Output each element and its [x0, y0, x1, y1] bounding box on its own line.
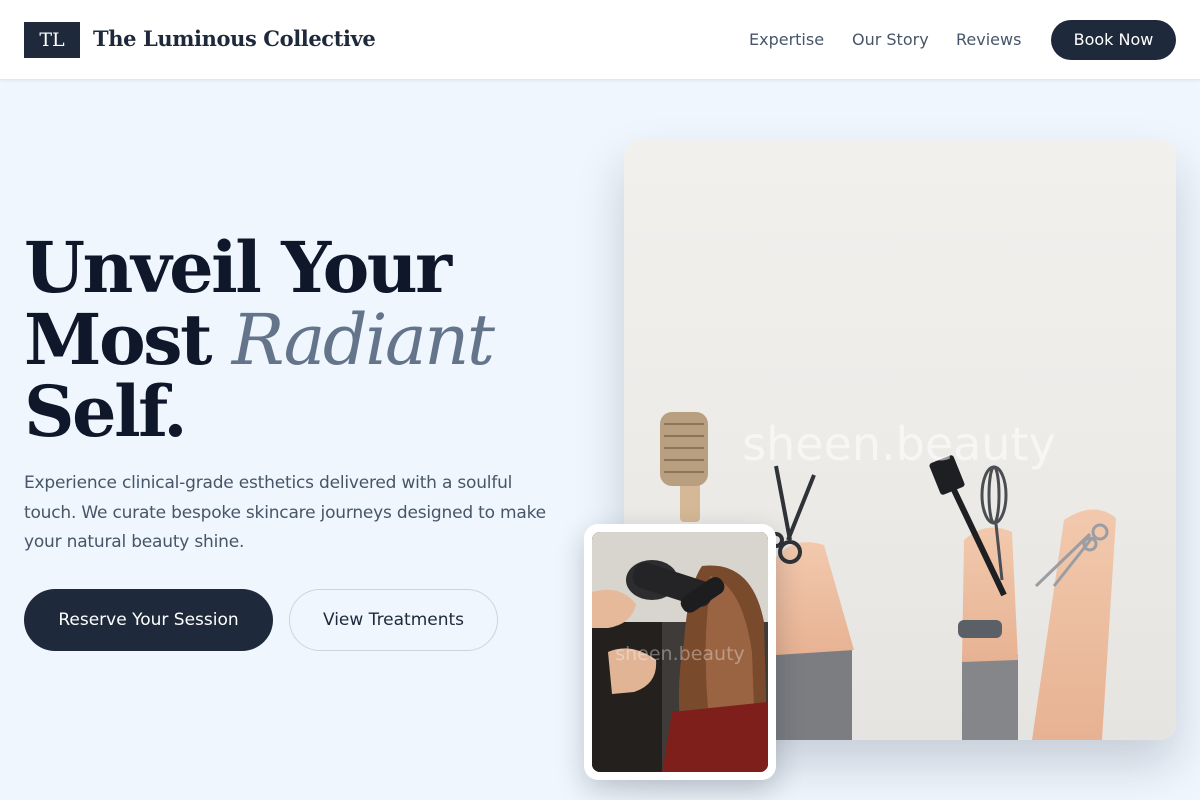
nav-link-our-story[interactable]: Our Story [852, 30, 929, 49]
view-treatments-button[interactable]: View Treatments [289, 589, 498, 651]
watch-icon [958, 620, 1002, 638]
book-now-button[interactable]: Book Now [1051, 20, 1176, 60]
arm-right [1032, 509, 1116, 740]
top-nav-bar: TL The Luminous Collective Expertise Our… [0, 0, 1200, 80]
inset-watermark: sheen.beauty [615, 643, 745, 665]
arm-mid [962, 527, 1018, 662]
inset-photo-card: sheen.beauty [584, 524, 776, 780]
hero-title-line-3: Self. [24, 370, 188, 453]
image-watermark: sheen.beauty [742, 417, 1056, 471]
hero-title-line-2: Most Radiant [24, 304, 584, 377]
hair-styling-photo: sheen.beauty [592, 532, 768, 772]
nav-link-expertise[interactable]: Expertise [749, 30, 824, 49]
reserve-session-button[interactable]: Reserve Your Session [24, 589, 273, 651]
logo-mark[interactable]: TL [24, 22, 80, 58]
hero-title-line-1: Unveil Your [24, 226, 452, 309]
hero-title: Unveil Your Most Radiant Self. [24, 232, 584, 448]
hero-subtitle: Experience clinical-grade esthetics deli… [24, 473, 546, 552]
hero-title-accent: Radiant [231, 299, 495, 381]
sleeve-left [774, 645, 852, 740]
hair-styling-illustration: sheen.beauty [592, 532, 768, 772]
hero-title-plain: Most [24, 298, 232, 381]
red-top [662, 702, 768, 772]
brand-name[interactable]: The Luminous Collective [93, 26, 376, 51]
brush-handle [680, 480, 700, 522]
nav-link-reviews[interactable]: Reviews [956, 30, 1021, 49]
sleeve-mid [962, 655, 1018, 740]
